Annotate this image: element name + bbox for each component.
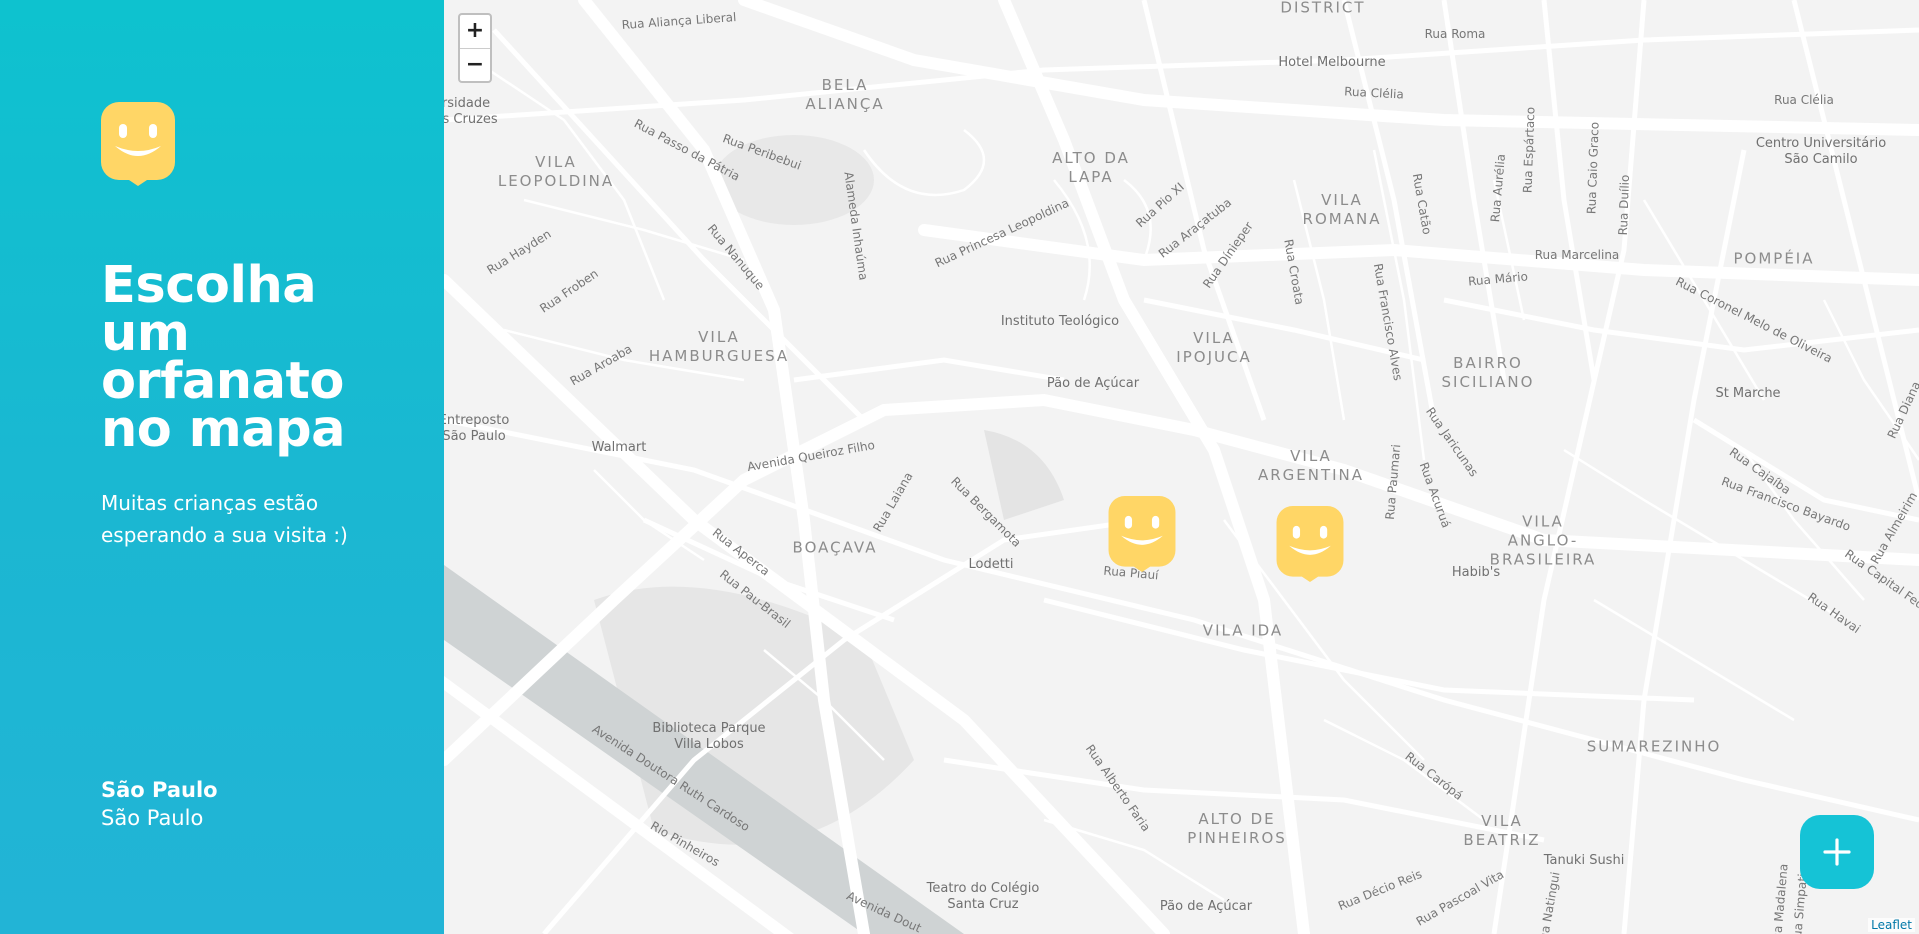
zoom-in-button[interactable]: + [460, 15, 490, 48]
poi-label: Walmart [591, 440, 647, 455]
district-label-text: VILA ARGENTINA [1257, 447, 1365, 484]
page-subtitle-line: Muitas crianças estão [101, 491, 319, 515]
district-label-text: BAIRRO SICILIANO [1441, 354, 1535, 391]
road-label: Rua Marcelina [1534, 248, 1620, 262]
orphanage-marker[interactable] [1276, 506, 1344, 582]
orphanage-marker-icon [1276, 506, 1344, 582]
page-title: Escolha um orfanato no mapa [101, 260, 421, 455]
district-label: VILA ANGLO- BRASILEIRA [1490, 513, 1597, 570]
district-label-text: VILA BEATRIZ [1463, 812, 1541, 849]
page-subtitle: Muitas crianças estão esperando a sua vi… [101, 487, 361, 551]
district-label: VILA ARGENTINA [1258, 447, 1364, 485]
district-label: SUMAREZINHO [1586, 737, 1722, 756]
poi-label: Entreposto São Paulo [444, 413, 509, 445]
district-label: VILA IDA [1202, 621, 1284, 640]
poi-label: St Marche [1715, 386, 1781, 401]
district-label: ALTO DA LAPA [1052, 149, 1130, 187]
location-city: São Paulo [101, 778, 218, 802]
happy-map-marker-icon [101, 102, 175, 186]
poi-label: Hotel Melbourne [1278, 55, 1386, 70]
district-label: BELA ALIANÇA [805, 76, 884, 114]
poi-label-text: Biblioteca Parque Villa Lobos [652, 721, 766, 752]
district-label-text: VILA HAMBURGUESA [648, 328, 790, 365]
poi-label: Biblioteca Parque Villa Lobos [652, 721, 765, 753]
district-label-text: ALTO DA LAPA [1052, 149, 1130, 186]
district-label: DISTRICT [1280, 0, 1366, 17]
road-label: Rua Clélia [1774, 93, 1834, 107]
map[interactable]: DISTRICT BELA ALIANÇA VILA LEOPOLDINA AL… [444, 0, 1919, 934]
district-label-text: VILA ANGLO- BRASILEIRA [1489, 512, 1597, 569]
map-attribution-link[interactable]: Leaflet [1868, 918, 1915, 932]
poi-label: Centro Universitário São Camilo [1756, 136, 1886, 168]
district-label: POMPÉIA [1733, 249, 1815, 268]
district-label: VILA HAMBURGUESA [649, 328, 789, 366]
page-subtitle-line: esperando a sua visita :) [101, 523, 348, 547]
district-label: VILA LEOPOLDINA [498, 153, 614, 191]
page: Escolha um orfanato no mapa Muitas crian… [0, 0, 1919, 934]
orphanage-marker-icon [1108, 496, 1176, 572]
district-label-text: VILA ROMANA [1302, 191, 1382, 228]
road-label: Rua Roma [1424, 27, 1486, 41]
poi-label: Habib's [1451, 565, 1501, 580]
zoom-out-button[interactable]: − [460, 48, 490, 82]
district-label-text: VILA LEOPOLDINA [497, 153, 615, 190]
plus-icon [1823, 838, 1851, 866]
poi-label-text: Centro Universitário São Camilo [1755, 136, 1887, 167]
district-label: BOAÇAVA [792, 538, 878, 557]
orphanage-marker[interactable] [1108, 496, 1176, 572]
poi-label: Lodetti [968, 557, 1014, 572]
poi-label-text: Teatro do Colégio Santa Cruz [926, 881, 1040, 912]
poi-label: ersidade das Cruzes [444, 96, 498, 128]
location-state: São Paulo [101, 806, 204, 830]
add-orphanage-button[interactable] [1800, 815, 1874, 889]
zoom-control: + − [458, 13, 492, 83]
district-label-text: VILA IPOJUCA [1176, 329, 1252, 366]
poi-label-text: Entreposto São Paulo [444, 413, 510, 444]
poi-label: Pão de Açúcar [1159, 899, 1253, 914]
district-label: VILA IPOJUCA [1176, 329, 1251, 367]
poi-label-text: ersidade das Cruzes [444, 96, 498, 127]
page-title-line: no mapa [101, 400, 346, 459]
poi-label: Teatro do Colégio Santa Cruz [927, 881, 1040, 913]
district-label-text: BELA ALIANÇA [805, 76, 885, 113]
poi-label: Tanuki Sushi [1543, 853, 1625, 868]
district-label: VILA ROMANA [1303, 191, 1382, 229]
district-label: BAIRRO SICILIANO [1442, 354, 1535, 392]
road-label: Rua Espártaco [1520, 106, 1538, 194]
road-label: Rua Duílio [1615, 174, 1633, 236]
district-label: VILA BEATRIZ [1463, 812, 1540, 850]
location-block: São Paulo São Paulo [101, 776, 218, 832]
sidebar: Escolha um orfanato no mapa Muitas crian… [0, 0, 444, 934]
district-label: ALTO DE PINHEIROS [1187, 810, 1287, 848]
poi-label: Instituto Teológico [1000, 314, 1120, 329]
poi-label: Pão de Açúcar [1046, 376, 1140, 391]
district-label-text: ALTO DE PINHEIROS [1187, 810, 1287, 847]
